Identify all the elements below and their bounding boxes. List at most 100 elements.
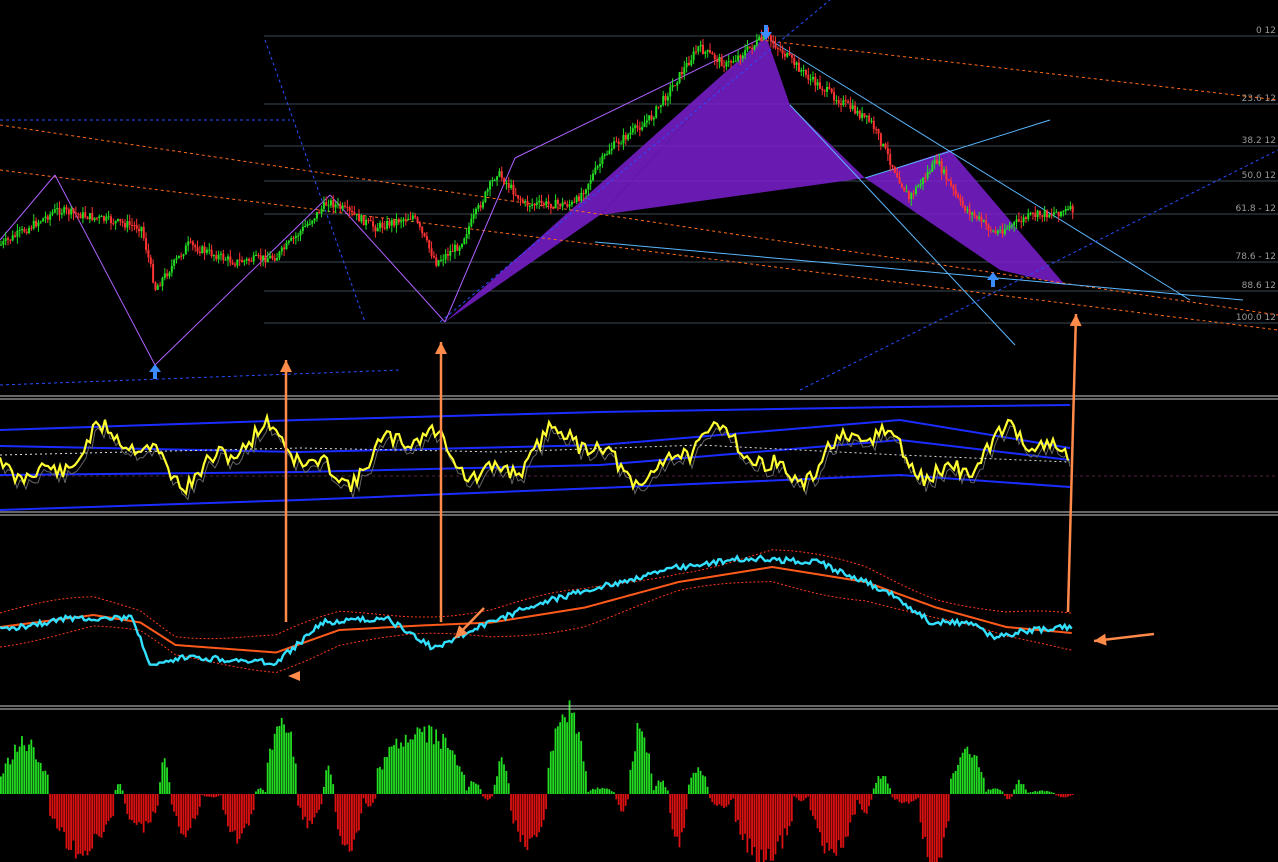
histogram-bar-negative [779,794,782,836]
price-candle-body [594,167,597,174]
price-candle-body [1020,221,1023,223]
histogram-bar-negative [535,794,538,838]
price-candle-body [1041,215,1044,217]
price-candle-body [514,194,517,196]
price-candle-body [816,82,819,86]
price-candle-body [521,199,524,203]
histogram-bar-positive [411,739,414,794]
price-candle-body [641,126,644,130]
histogram-bar-positive [32,747,35,794]
histogram-bar-negative [79,794,82,854]
price-candle-body [772,40,775,44]
price-candle-body [86,217,89,220]
price-candle-body [332,200,335,208]
price-candle-body [1015,219,1018,223]
price-candle-body [968,209,971,215]
price-candle-body [748,46,751,48]
price-candle-body [428,240,431,249]
price-candle-body [725,61,728,67]
histogram-bar-negative [933,794,936,862]
price-candle-body [374,226,377,232]
price-candle-body [577,196,580,201]
price-candle-body [477,205,480,209]
price-candle-body [456,244,459,251]
histogram-bar-negative [105,794,108,825]
price-candle-body [362,215,365,226]
histogram-bar-positive [163,758,166,794]
price-candle-body [734,60,737,62]
histogram-bar-negative [896,794,899,800]
price-candle-body [636,125,639,128]
price-candle-body [847,101,850,103]
price-candle-body [451,250,454,252]
price-candle-body [177,255,180,259]
histogram-bar-positive [379,766,381,794]
price-candle-body [184,245,187,255]
histogram-bar-positive [409,739,412,794]
histogram-bar-negative [1010,794,1013,797]
histogram-bar-positive [650,773,653,794]
price-candle-body [460,243,463,248]
histogram-bar-negative [900,794,903,804]
histogram-bar-negative [147,794,150,824]
price-candle-body [1024,217,1027,219]
histogram-bar-positive [9,764,12,794]
price-candle-body [191,241,194,246]
price-candle-body [652,117,655,120]
price-candle-body [629,132,632,135]
histogram-bar-positive [1034,791,1037,794]
histogram-bar-negative [367,794,370,807]
price-candle-body [943,169,946,174]
histogram-bar-negative [226,794,229,827]
price-candle-body [608,150,611,155]
price-candle-body [292,238,295,240]
price-candle-body [910,193,913,200]
price-candle-body [287,240,290,243]
price-candle-body [482,201,485,208]
histogram-bar-positive [503,764,505,794]
histogram-bar-negative [304,794,306,817]
histogram-bar-positive [659,782,662,794]
histogram-bar-negative [760,794,763,850]
price-candle-body [790,54,793,58]
price-candle-body [1045,210,1048,218]
histogram-bar-negative [142,794,145,833]
price-candle-body [524,201,527,203]
histogram-bar-negative [81,794,84,856]
histogram-bar-negative [231,794,234,832]
histogram-bar-negative [746,794,749,853]
histogram-bar-positive [957,764,959,794]
histogram-bar-negative [353,794,356,840]
histogram-bar-negative [360,794,363,814]
price-candle-body [390,220,393,226]
price-candle-body [264,255,267,263]
price-candle-body [79,214,82,219]
histogram-bar-negative [145,794,147,822]
price-candle-body [1055,211,1058,213]
price-candle-body [308,223,311,225]
histogram-bar-positive [271,749,274,794]
histogram-bar-negative [797,794,800,801]
histogram-bar-negative [182,794,185,835]
histogram-bar-negative [334,794,337,813]
histogram-bar-negative [676,794,679,837]
price-candle-body [1013,222,1016,226]
price-candle-body [683,67,686,75]
histogram-bar-positive [959,757,962,794]
histogram-bar-negative [861,794,863,810]
price-candle-body [489,181,492,190]
price-candle-body [622,135,625,144]
histogram-bar-negative [718,794,721,805]
price-candle-body [266,258,269,263]
histogram-bar-negative [217,794,220,797]
histogram-bar-negative [854,794,856,815]
histogram-bar-negative [219,794,222,796]
histogram-bar-positive [325,770,328,794]
histogram-bar-negative [482,794,484,797]
price-candle-body [360,215,363,222]
price-candle-body [926,172,929,179]
histogram-bar-negative [943,794,945,838]
price-candle-body [877,129,880,134]
histogram-bar-negative [898,794,901,802]
histogram-bar-negative [826,794,828,843]
